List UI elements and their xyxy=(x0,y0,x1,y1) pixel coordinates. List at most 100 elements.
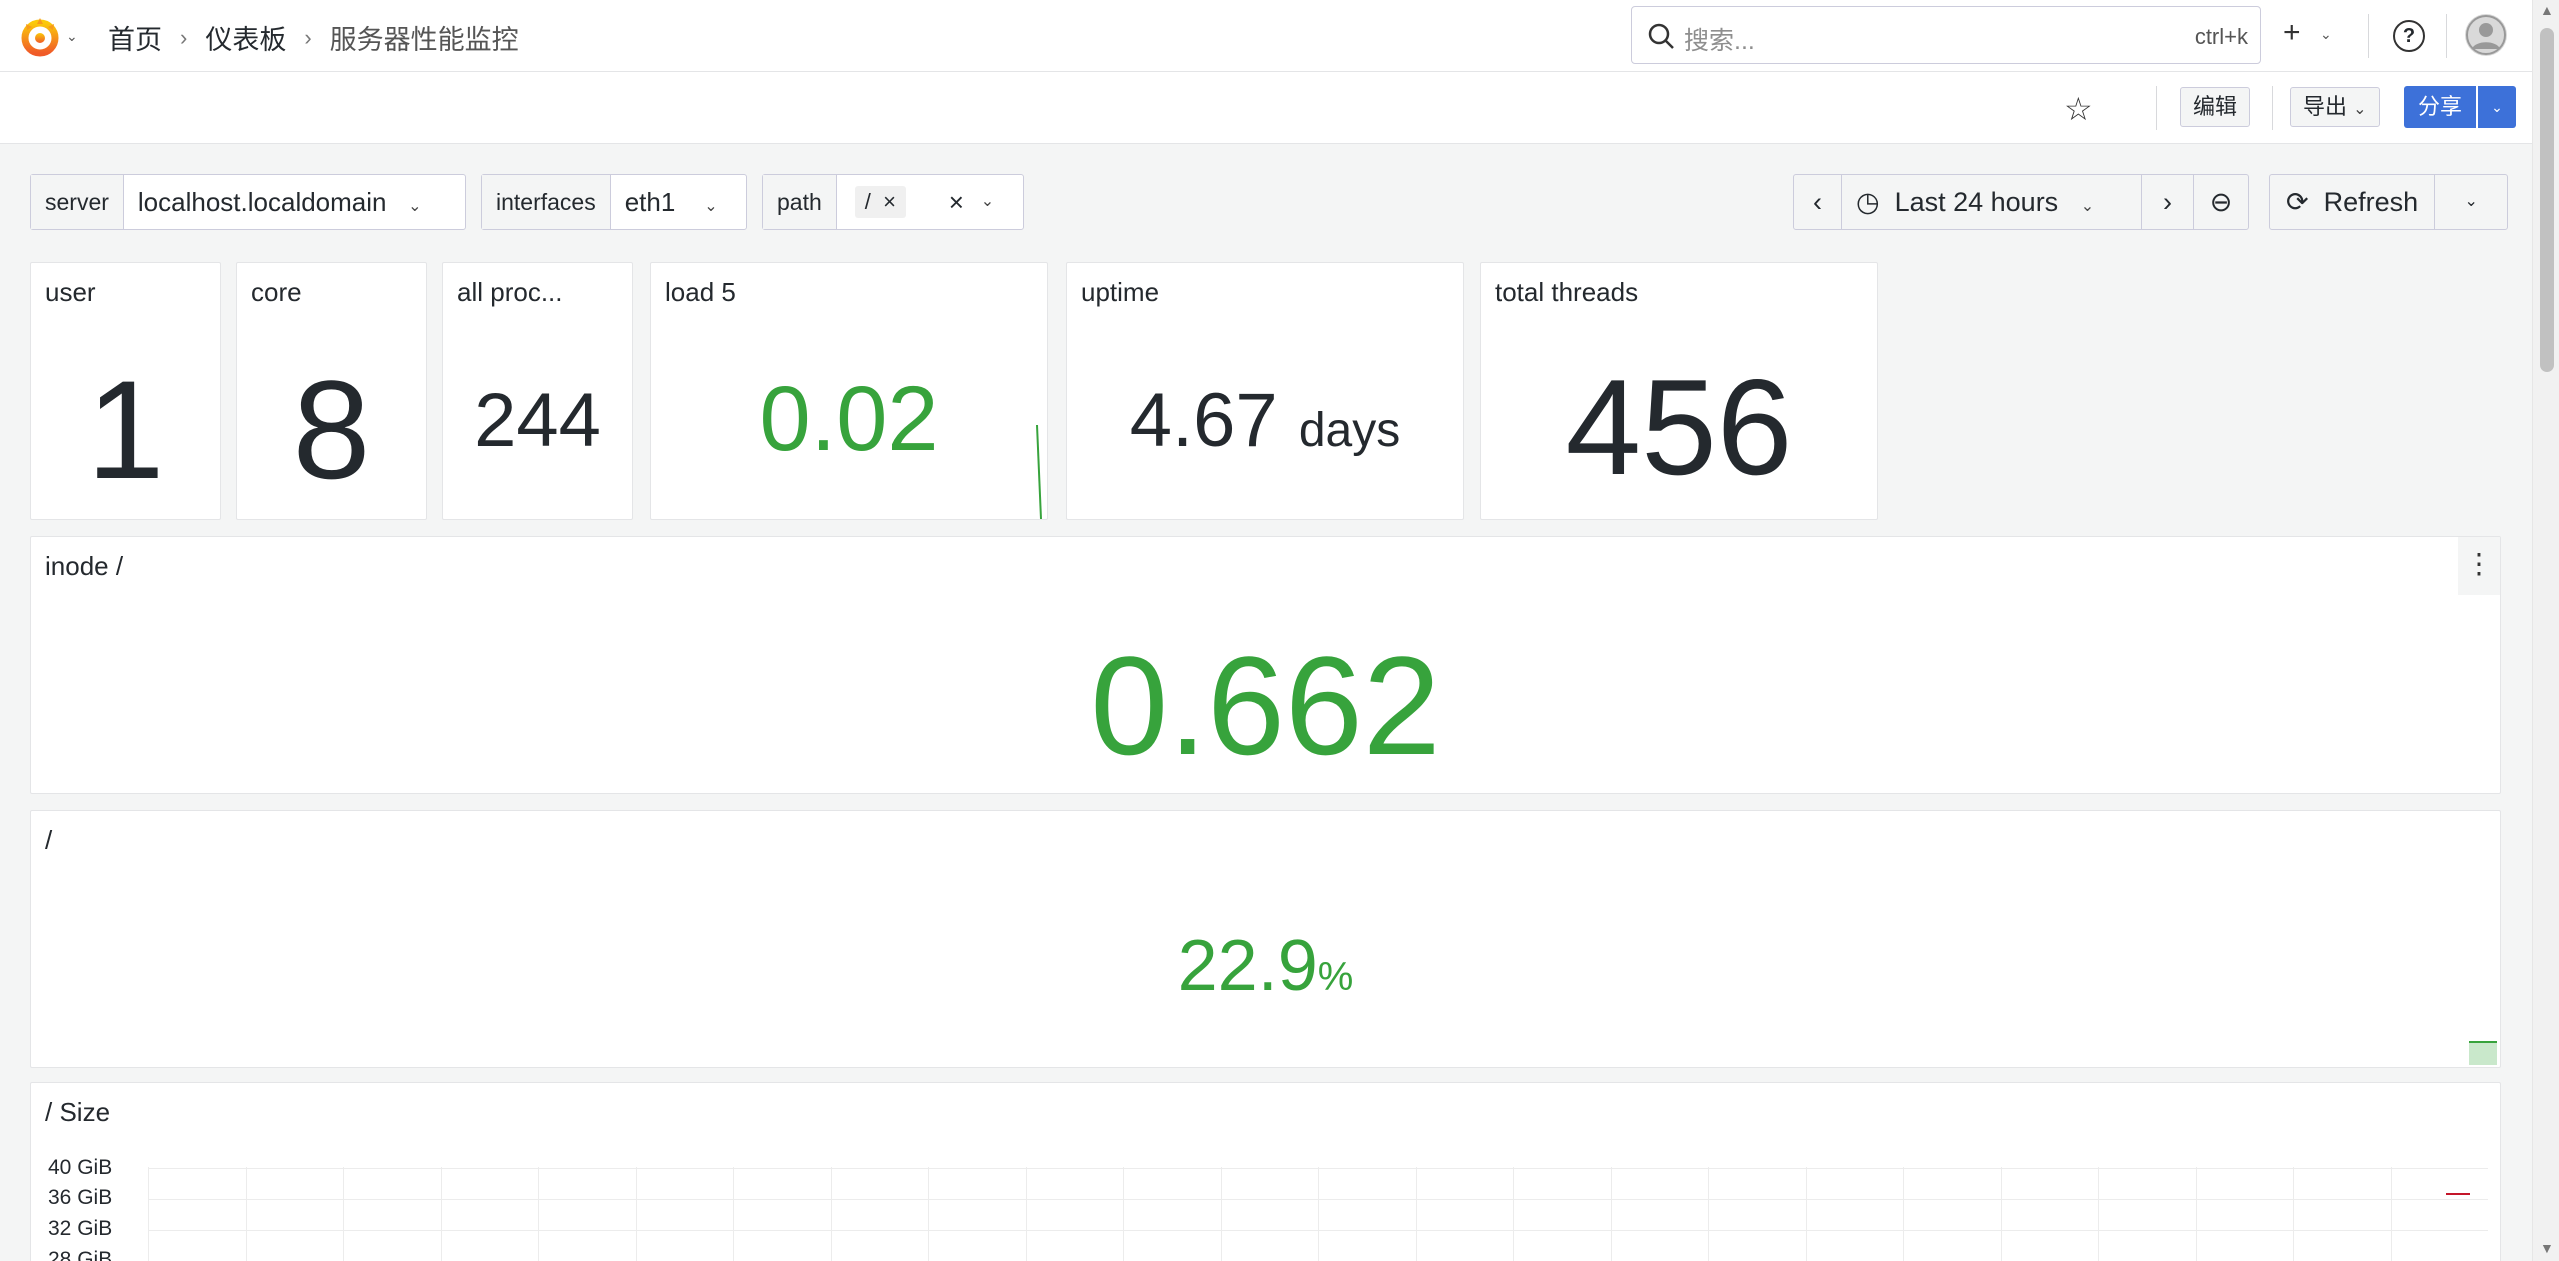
scrollbar[interactable]: ▲ ▼ xyxy=(2532,0,2559,1261)
variable-server[interactable]: server localhost.localdomain ⌄ xyxy=(30,174,466,230)
grid-line xyxy=(830,1167,832,1261)
grid-line xyxy=(1903,1167,1904,1261)
star-icon[interactable]: ☆ xyxy=(2064,90,2093,128)
time-picker: ‹ ◷ Last 24 hours ⌄ › ⊖ xyxy=(1793,174,2249,230)
variable-path[interactable]: path / × × ⌄ xyxy=(762,174,1024,230)
search-shortcut: ctrl+k xyxy=(2194,24,2248,49)
grid-line xyxy=(635,1167,637,1261)
grafana-logo-icon[interactable] xyxy=(18,14,62,58)
avatar[interactable] xyxy=(2465,14,2507,56)
refresh-button[interactable]: ⟳ Refresh xyxy=(2270,175,2436,229)
stat-value: 22.9% xyxy=(31,925,2500,1007)
variable-value[interactable]: eth1 ⌄ xyxy=(611,175,732,229)
refresh-picker: ⟳ Refresh ⌄ xyxy=(2269,174,2509,230)
stat-value: 4.67 days xyxy=(1067,377,1463,464)
chevron-down-icon: ⌄ xyxy=(408,198,422,215)
breadcrumb-home[interactable]: 首页 xyxy=(108,18,162,57)
chevron-down-icon[interactable]: ⌄ xyxy=(66,28,78,45)
chevron-right-icon: › xyxy=(304,24,312,50)
stat-panel-root-usage[interactable]: / 22.9% xyxy=(30,810,2501,1068)
share-dropdown-button[interactable]: ⌄ xyxy=(2478,86,2516,128)
variable-label: path xyxy=(763,175,837,229)
user-icon xyxy=(2466,15,2506,55)
stat-panel-core[interactable]: core 8 xyxy=(236,262,427,520)
stat-panel-total-threads[interactable]: total threads 456 xyxy=(1480,262,1878,520)
stat-value: 456 xyxy=(1565,351,1793,503)
refresh-label: Refresh xyxy=(2323,187,2419,217)
chevron-down-icon: ⌄ xyxy=(2080,198,2095,215)
stat-panel-uptime[interactable]: uptime 4.67 days xyxy=(1066,262,1464,520)
timeseries-panel-size[interactable]: / Size xyxy=(30,1082,2501,1261)
grid-line xyxy=(733,1167,734,1261)
panel-menu-icon[interactable]: ⋮ xyxy=(2458,537,2500,595)
panel-title: / xyxy=(45,825,53,855)
help-icon[interactable]: ? xyxy=(2393,20,2425,52)
stat-panel-load5[interactable]: load 5 0.02 xyxy=(650,262,1048,520)
divider xyxy=(2368,14,2369,58)
grid-line xyxy=(440,1167,442,1261)
search-input[interactable]: 搜索... ctrl+k xyxy=(1631,6,2261,64)
search-icon xyxy=(1648,23,1674,49)
stat-panel-inode[interactable]: inode / ⋮ 0.662 xyxy=(30,536,2501,794)
variable-interfaces[interactable]: interfaces eth1 ⌄ xyxy=(481,174,747,230)
stat-panel-all-processes[interactable]: all proc... 244 xyxy=(442,262,633,520)
grid-line xyxy=(928,1167,929,1261)
stat-panel-user[interactable]: user 1 xyxy=(30,262,221,520)
scroll-thumb[interactable] xyxy=(2540,28,2554,372)
chevron-down-icon[interactable]: ⌄ xyxy=(2320,26,2332,43)
close-icon[interactable]: × xyxy=(883,189,896,214)
path-tag[interactable]: / × xyxy=(854,186,906,218)
grid-line xyxy=(245,1167,247,1261)
time-back-button[interactable]: ‹ xyxy=(1794,175,1842,229)
y-tick-label: 28 GiB xyxy=(48,1248,113,1261)
grid-line xyxy=(1123,1167,1124,1261)
grid-line xyxy=(538,1167,539,1261)
time-range-button[interactable]: ◷ Last 24 hours ⌄ xyxy=(1842,175,2142,229)
search-placeholder: 搜索... xyxy=(1684,27,1755,55)
stat-unit: days xyxy=(1298,404,1401,457)
scroll-up-icon[interactable]: ▲ xyxy=(2540,2,2554,18)
panel-title: inode / xyxy=(45,551,124,581)
grid-line xyxy=(2098,1167,2099,1261)
grid-line xyxy=(2000,1167,2002,1261)
refresh-interval-dropdown[interactable]: ⌄ xyxy=(2435,175,2507,229)
variable-label: interfaces xyxy=(482,175,611,229)
variable-value[interactable]: / × × ⌄ xyxy=(837,175,1017,229)
edit-button[interactable]: 编辑 xyxy=(2180,87,2251,127)
panel-title: user xyxy=(45,277,96,307)
breadcrumb: 首页 › 仪表板 › 服务器性能监控 xyxy=(108,18,519,57)
export-label: 导出 xyxy=(2303,94,2348,119)
path-tag-label: / xyxy=(864,189,871,214)
chevron-down-icon: ⌄ xyxy=(2353,101,2367,118)
variable-value-text: eth1 xyxy=(624,187,676,217)
grid-line xyxy=(148,1167,149,1261)
stat-value: 0.662 xyxy=(1090,627,1441,784)
breadcrumb-dashboards[interactable]: 仪表板 xyxy=(205,18,286,57)
grid-line xyxy=(2293,1167,2294,1261)
y-tick-label: 32 GiB xyxy=(48,1217,113,1240)
variable-label: server xyxy=(31,175,124,229)
grid-line xyxy=(2195,1167,2197,1261)
top-nav: ⌄ 首页 › 仪表板 › 服务器性能监控 搜索... ctrl+k + ⌄ ? xyxy=(0,0,2532,72)
share-button[interactable]: 分享 xyxy=(2404,86,2476,128)
variable-value-text: localhost.localdomain xyxy=(137,187,387,217)
variable-value[interactable]: localhost.localdomain ⌄ xyxy=(124,175,436,229)
sparkline xyxy=(1036,424,1042,519)
zoom-out-icon[interactable]: ⊖ xyxy=(2194,175,2248,229)
grid-line xyxy=(1318,1167,1319,1261)
scroll-down-icon[interactable]: ▼ xyxy=(2540,1240,2554,1256)
refresh-icon: ⟳ xyxy=(2286,187,2309,217)
panel-title: all proc... xyxy=(457,277,563,307)
grid-line xyxy=(1415,1167,1417,1261)
clear-icon[interactable]: × xyxy=(949,175,964,229)
breadcrumb-current: 服务器性能监控 xyxy=(329,25,519,55)
stat-number: 22.9 xyxy=(1177,926,1318,1006)
clock-icon: ◷ xyxy=(1856,187,1880,217)
export-button[interactable]: 导出 ⌄ xyxy=(2290,87,2380,127)
chevron-down-icon: ⌄ xyxy=(704,198,718,215)
grid-line xyxy=(343,1167,344,1261)
chevron-down-icon[interactable]: ⌄ xyxy=(981,175,994,229)
add-icon[interactable]: + xyxy=(2283,16,2301,50)
time-range-label: Last 24 hours xyxy=(1894,187,2059,217)
time-forward-button[interactable]: › xyxy=(2142,175,2194,229)
